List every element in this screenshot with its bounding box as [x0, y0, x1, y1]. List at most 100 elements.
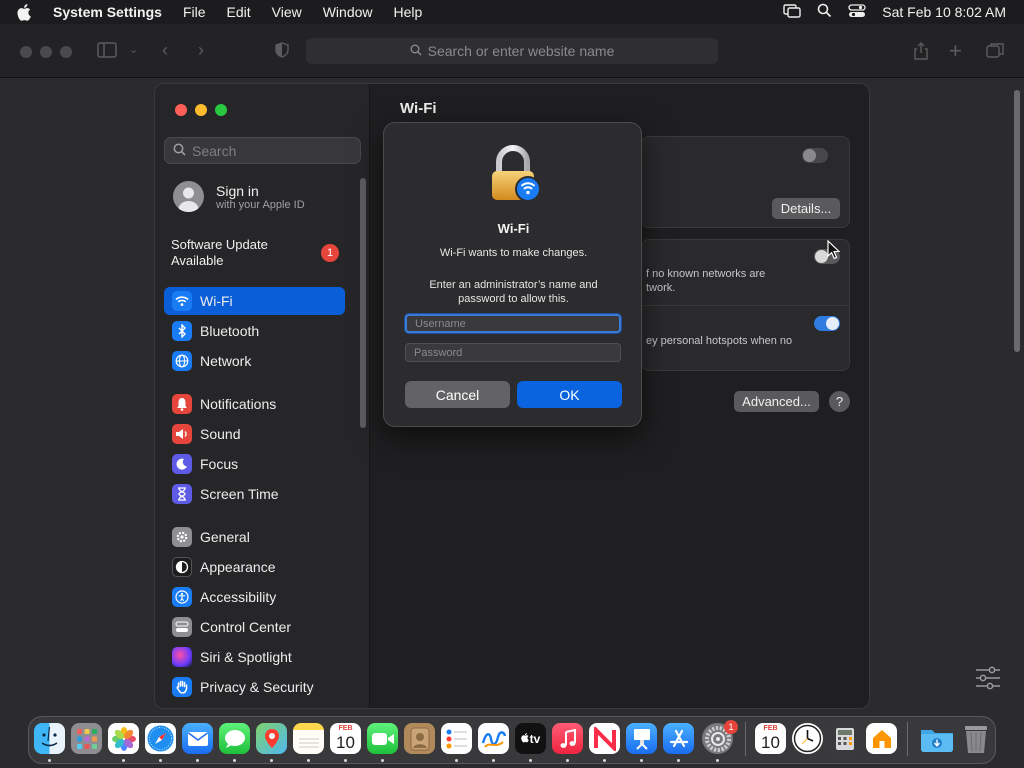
share-icon[interactable] — [913, 42, 929, 65]
keynote-icon[interactable] — [626, 723, 657, 754]
menu-clock[interactable]: Sat Feb 10 8:02 AM — [882, 4, 1006, 20]
finder-icon[interactable] — [34, 723, 65, 754]
menu-app-name[interactable]: System Settings — [53, 4, 162, 20]
back-icon[interactable]: ‹ — [162, 40, 168, 61]
maps-icon[interactable] — [256, 723, 287, 754]
details-button[interactable]: Details... — [772, 198, 840, 219]
wifi-toggle[interactable] — [802, 148, 828, 163]
username-field[interactable] — [405, 314, 621, 333]
calendar-month: FEB — [338, 725, 353, 732]
new-tab-icon[interactable]: + — [949, 38, 962, 64]
chevron-down-icon[interactable]: ⌄ — [129, 43, 138, 56]
sidebar-item-network[interactable]: Network — [164, 347, 345, 375]
reminders-icon[interactable] — [441, 723, 472, 754]
freeform-icon[interactable] — [478, 723, 509, 754]
sidebar-item-general[interactable]: General — [164, 523, 345, 551]
apple-menu-icon[interactable] — [17, 3, 39, 21]
zoom-window-button[interactable] — [215, 104, 227, 116]
launchpad-icon[interactable] — [71, 723, 102, 754]
calendar-icon[interactable]: FEB 10 — [330, 723, 361, 754]
sidebar-item-siri-spotlight[interactable]: Siri & Spotlight — [164, 643, 345, 671]
help-button[interactable]: ? — [829, 391, 850, 412]
clock-icon[interactable] — [792, 723, 823, 754]
ok-button[interactable]: OK — [517, 381, 622, 408]
browser-close-dot[interactable] — [20, 46, 32, 58]
dock-running-indicator — [492, 759, 495, 762]
password-field[interactable] — [405, 343, 621, 362]
sidebar-item-focus[interactable]: Focus — [164, 450, 345, 478]
menu-edit[interactable]: Edit — [227, 4, 251, 20]
dialog-message: Enter an administrator’s name and passwo… — [429, 279, 598, 305]
safari-icon[interactable] — [145, 723, 176, 754]
software-update-item[interactable]: Software Update Available — [171, 237, 301, 269]
music-icon[interactable] — [552, 723, 583, 754]
dock-running-indicator — [196, 759, 199, 762]
messages-icon[interactable] — [219, 723, 250, 754]
calculator-icon[interactable] — [829, 723, 860, 754]
photos-icon[interactable] — [108, 723, 139, 754]
tv-icon-label: tv — [529, 731, 541, 746]
sidebar-item-label: Privacy & Security — [200, 679, 314, 695]
sidebar-item-appearance[interactable]: Appearance — [164, 553, 345, 581]
news-icon[interactable] — [589, 723, 620, 754]
lock-icon — [488, 145, 541, 210]
address-bar[interactable]: Search or enter website name — [306, 38, 718, 64]
dock-running-indicator — [529, 759, 532, 762]
sidebar-scrollbar[interactable] — [360, 178, 366, 428]
browser-scrollbar[interactable] — [1014, 90, 1020, 352]
downloads-folder-icon[interactable] — [920, 723, 954, 754]
notes-icon[interactable] — [293, 723, 324, 754]
sidebar-search-field[interactable]: Search — [164, 137, 361, 164]
menu-help[interactable]: Help — [394, 4, 423, 20]
control-center-icon[interactable] — [848, 3, 866, 21]
sidebar-item-notifications[interactable]: Notifications — [164, 390, 345, 418]
sidebar-item-wifi[interactable]: Wi-Fi — [164, 287, 345, 315]
facetime-icon[interactable] — [367, 723, 398, 754]
contacts-icon[interactable] — [404, 723, 435, 754]
dock-running-indicator — [307, 759, 310, 762]
forward-icon[interactable]: › — [198, 40, 204, 61]
sidebar-item-label: Network — [200, 353, 252, 369]
menu-view[interactable]: View — [272, 4, 302, 20]
sidebar-item-control-center[interactable]: Control Center — [164, 613, 345, 641]
minimize-window-button[interactable] — [195, 104, 207, 116]
menu-file[interactable]: File — [183, 4, 206, 20]
dock-running-indicator — [233, 759, 236, 762]
dock-separator — [745, 722, 746, 756]
sidebar-toggle-icon[interactable] — [97, 42, 117, 63]
apple-logo-icon — [520, 732, 530, 746]
trash-icon[interactable] — [960, 723, 991, 754]
privacy-shield-icon[interactable] — [275, 42, 289, 63]
close-window-button[interactable] — [175, 104, 187, 116]
bell-icon — [172, 394, 192, 414]
browser-zoom-dot[interactable] — [60, 46, 72, 58]
filter-sliders-icon[interactable] — [975, 666, 1001, 695]
home-icon[interactable] — [866, 723, 897, 754]
hotspot-toggle[interactable] — [814, 316, 840, 331]
sidebar-item-screen-time[interactable]: Screen Time — [164, 480, 345, 508]
screen-mirroring-icon[interactable] — [783, 3, 801, 21]
sidebar-item-accessibility[interactable]: Accessibility — [164, 583, 345, 611]
signin-subtitle: with your Apple ID — [216, 198, 305, 211]
browser-minimize-dot[interactable] — [40, 46, 52, 58]
calendar-icon[interactable]: FEB 10 — [755, 723, 786, 754]
divider — [641, 305, 850, 306]
sidebar-item-privacy-security[interactable]: Privacy & Security — [164, 673, 345, 701]
sidebar-item-bluetooth[interactable]: Bluetooth — [164, 317, 345, 345]
menu-window[interactable]: Window — [323, 4, 373, 20]
tab-overview-icon[interactable] — [986, 42, 1004, 63]
sidebar-item-sound[interactable]: Sound — [164, 420, 345, 448]
dialog-subtitle: Wi-Fi wants to make changes. — [439, 247, 588, 259]
sidebar-item-label: General — [200, 529, 250, 545]
mail-icon[interactable] — [182, 723, 213, 754]
spotlight-search-icon[interactable] — [817, 3, 832, 21]
advanced-button[interactable]: Advanced... — [734, 391, 819, 412]
hotspot-description: ey personal hotspots when no — [646, 335, 793, 347]
sidebar-item-label: Bluetooth — [200, 323, 260, 339]
apple-id-signin[interactable]: Sign in with your Apple ID — [173, 181, 305, 212]
tv-icon[interactable]: tv — [515, 723, 546, 754]
cancel-button[interactable]: Cancel — [405, 381, 510, 408]
app-store-icon[interactable] — [663, 723, 694, 754]
dock-running-indicator — [603, 759, 606, 762]
settings-sidebar: Search Sign in with your Apple ID Softwa… — [155, 84, 370, 708]
